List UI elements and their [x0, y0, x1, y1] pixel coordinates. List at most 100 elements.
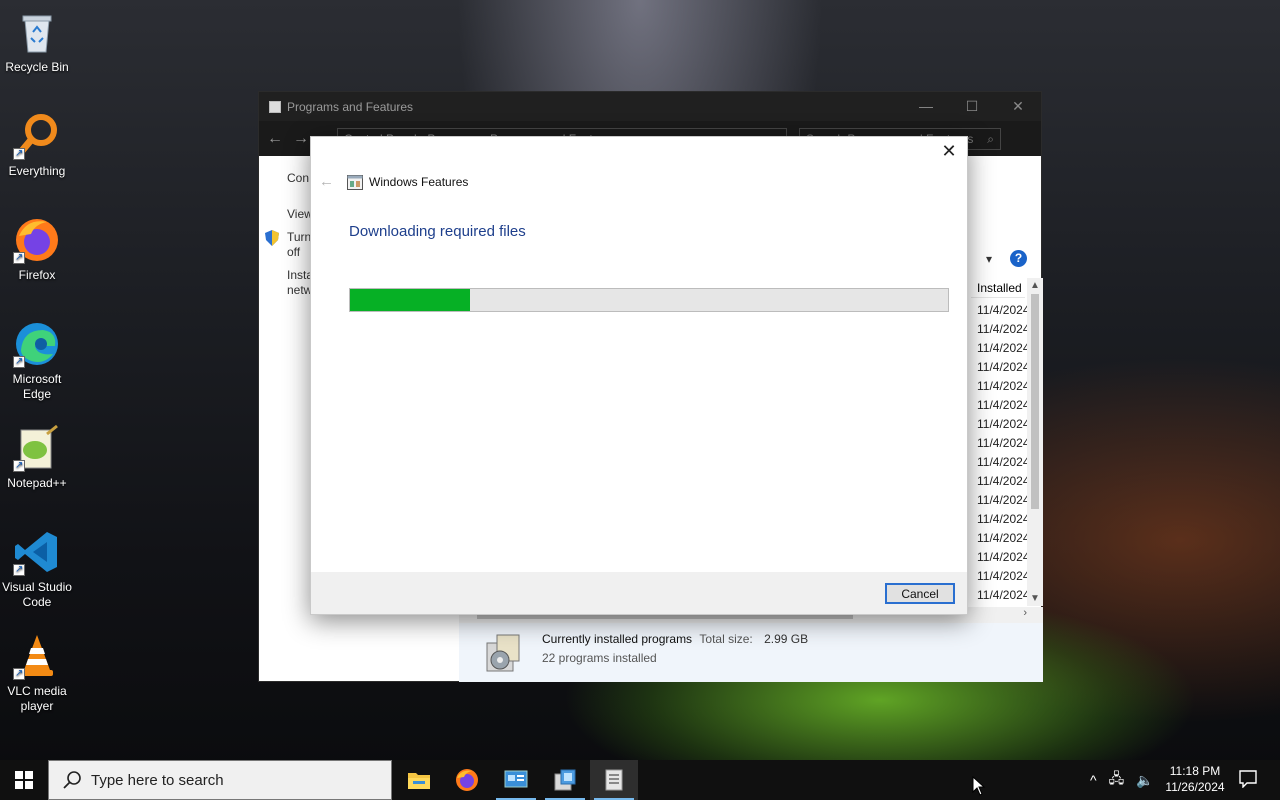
- cancel-button[interactable]: Cancel: [885, 583, 955, 604]
- scrollbar-thumb[interactable]: [1031, 294, 1039, 509]
- mouse-cursor-icon: [972, 776, 986, 796]
- edge-icon: [13, 320, 61, 369]
- view-options-dropdown-icon[interactable]: ▾: [986, 252, 992, 266]
- windows-logo-icon: [15, 771, 33, 789]
- taskbar-firefox[interactable]: [443, 760, 491, 800]
- shortcut-arrow-icon: [13, 354, 25, 369]
- desktop-icon-label: Notepad++: [7, 476, 67, 490]
- table-cell: 11/4/2024: [977, 569, 1027, 583]
- close-window-button[interactable]: ✕: [995, 98, 1041, 115]
- notepadpp-icon: [13, 424, 61, 473]
- windows-features-icon: [347, 175, 363, 190]
- taskbar-control-panel[interactable]: [492, 760, 540, 800]
- desktop-icon-label: Visual Studio Code: [2, 580, 72, 609]
- windows-features-dialog: ✕ ← Windows Features Downloading require…: [310, 136, 968, 615]
- table-cell: 11/4/2024: [977, 493, 1027, 507]
- close-icon[interactable]: ✕: [939, 141, 959, 161]
- desktop-icon-label: Everything: [8, 164, 66, 178]
- desktop-icon-everything[interactable]: Everything: [2, 112, 72, 179]
- clock-time: 11:18 PM: [1169, 764, 1221, 778]
- back-arrow-icon: ←: [319, 173, 334, 190]
- desktop-icon-label: Firefox: [18, 268, 56, 282]
- link-turn-windows-features-2[interactable]: off: [287, 245, 300, 260]
- window-title: Programs and Features: [287, 99, 414, 114]
- link-install-from-network-2[interactable]: netw: [287, 283, 312, 298]
- table-cell: 11/4/2024: [977, 360, 1027, 374]
- scroll-down-icon[interactable]: ▼: [1030, 593, 1040, 604]
- everything-icon: [13, 112, 61, 161]
- taskbar-windows-features[interactable]: [590, 760, 638, 800]
- desktop-icon-recycle-bin[interactable]: Recycle Bin: [2, 8, 72, 75]
- desktop-icon-notepadpp[interactable]: Notepad++: [2, 424, 72, 491]
- shortcut-arrow-icon: [13, 146, 25, 161]
- taskbar-search-box[interactable]: Type here to search: [48, 760, 392, 800]
- status-title-line: Currently installed programs Total size:…: [542, 632, 808, 646]
- programs-count: 22 programs installed: [542, 651, 657, 665]
- taskbar-programs-and-features[interactable]: [541, 760, 589, 800]
- search-icon: [63, 771, 81, 789]
- control-panel-icon: [504, 770, 528, 788]
- back-arrow-icon[interactable]: ←: [267, 130, 293, 148]
- maximize-button[interactable]: ☐: [949, 98, 995, 115]
- vertical-scrollbar[interactable]: ▲ ▼: [1027, 278, 1043, 606]
- table-cell: 11/4/2024: [977, 303, 1027, 317]
- show-hidden-icons-chevron-icon[interactable]: ^: [1090, 772, 1097, 788]
- table-cell: 11/4/2024: [977, 531, 1027, 545]
- shortcut-arrow-icon: [13, 562, 25, 577]
- table-cell: 11/4/2024: [977, 512, 1027, 526]
- details-pane: Currently installed programs Total size:…: [459, 623, 1043, 682]
- table-cell: 11/4/2024: [977, 550, 1027, 564]
- network-icon[interactable]: 🖧: [1109, 768, 1125, 792]
- clock-date: 11/26/2024: [1165, 780, 1225, 794]
- link-view-installed-updates[interactable]: View: [287, 207, 313, 222]
- dialog-title: Windows Features: [369, 175, 469, 189]
- control-panel-icon: [269, 100, 281, 113]
- installed-on-column: 11/4/2024 11/4/2024 11/4/2024 11/4/2024 …: [977, 301, 1027, 605]
- scroll-right-icon[interactable]: ›: [1023, 607, 1027, 619]
- help-icon[interactable]: ?: [1010, 250, 1027, 267]
- shortcut-arrow-icon: [13, 250, 25, 265]
- start-button[interactable]: [0, 760, 48, 800]
- table-cell: 11/4/2024: [977, 379, 1027, 393]
- column-header-installed-on[interactable]: Installed On: [971, 278, 1025, 298]
- vlc-icon: [13, 632, 61, 681]
- taskbar-search-placeholder: Type here to search: [91, 771, 224, 789]
- table-cell: 11/4/2024: [977, 455, 1027, 469]
- download-progress-bar: [349, 288, 949, 312]
- table-cell: 11/4/2024: [977, 341, 1027, 355]
- taskbar: Type here to search: [0, 760, 1280, 800]
- total-size-label: Total size:: [699, 632, 753, 646]
- progress-fill: [350, 289, 470, 311]
- link-turn-windows-features[interactable]: Turn: [287, 230, 311, 245]
- desktop-icon-firefox[interactable]: Firefox: [2, 216, 72, 283]
- windows-features-icon: [605, 769, 623, 791]
- minimize-button[interactable]: —: [903, 98, 949, 115]
- desktop-icon-edge[interactable]: Microsoft Edge: [2, 320, 72, 402]
- search-icon: ⌕: [987, 131, 994, 146]
- desktop-icon-vlc[interactable]: VLC media player: [2, 632, 72, 714]
- folder-icon: [408, 773, 430, 789]
- shortcut-arrow-icon: [13, 458, 25, 473]
- scroll-up-icon[interactable]: ▲: [1030, 280, 1040, 291]
- firefox-icon: [13, 216, 61, 265]
- dialog-heading: Downloading required files: [349, 223, 526, 240]
- dialog-footer: Cancel: [311, 572, 967, 614]
- volume-muted-icon[interactable]: 🔈: [1136, 772, 1153, 789]
- action-center-icon[interactable]: [1239, 770, 1257, 791]
- uac-shield-icon: [265, 230, 279, 246]
- taskbar-clock[interactable]: 11:18 PM 11/26/2024: [1160, 763, 1230, 795]
- window-titlebar: Programs and Features — ☐ ✕: [259, 92, 1041, 121]
- desktop-icon-vscode[interactable]: Visual Studio Code: [2, 528, 72, 610]
- programs-features-icon: [554, 769, 576, 791]
- table-cell: 11/4/2024: [977, 417, 1027, 431]
- vscode-icon: [13, 528, 61, 577]
- table-cell: 11/4/2024: [977, 436, 1027, 450]
- view-tools: ▾ ?: [986, 250, 1027, 267]
- table-cell: 11/4/2024: [977, 398, 1027, 412]
- firefox-icon: [456, 769, 478, 791]
- status-title: Currently installed programs: [542, 632, 693, 646]
- system-tray: ^ 🖧 🔈: [1090, 760, 1166, 800]
- table-cell: 11/4/2024: [977, 474, 1027, 488]
- taskbar-file-explorer[interactable]: [395, 760, 443, 800]
- link-control-panel-home[interactable]: Con: [287, 171, 309, 186]
